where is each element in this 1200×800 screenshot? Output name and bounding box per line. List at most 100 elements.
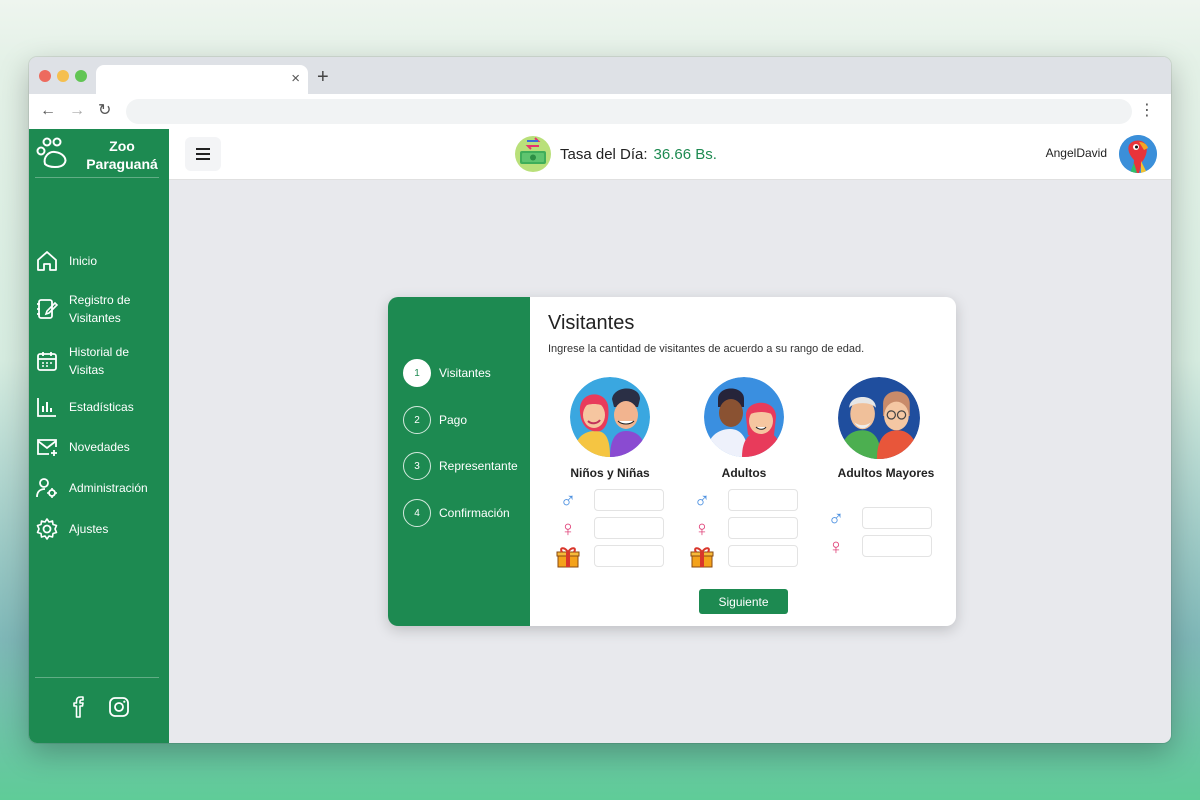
children-female-input[interactable] — [594, 517, 664, 539]
notebook-edit-icon — [37, 299, 59, 319]
sidebar-item-label: Historial de Visitas — [69, 345, 130, 377]
user-gear-icon — [36, 478, 57, 498]
gift-icon — [556, 547, 580, 568]
new-tab-button[interactable]: + — [317, 65, 329, 89]
female-row: ♀ — [813, 535, 943, 559]
sidebar-item-label: Administración — [69, 481, 148, 495]
step-label: Representante — [439, 459, 518, 473]
female-icon: ♀ — [827, 534, 845, 559]
gift-row — [545, 545, 675, 569]
hamburger-icon — [196, 148, 210, 160]
calendar-icon — [37, 352, 57, 371]
adults-icon — [704, 377, 784, 457]
tab-close-icon[interactable]: × — [291, 70, 300, 87]
adults-illustration — [704, 377, 784, 457]
step-label: Pago — [439, 413, 468, 427]
adults-male-input[interactable] — [728, 489, 798, 511]
children-gift-input[interactable] — [594, 545, 664, 567]
wizard-step-1[interactable]: 1 Visitantes — [403, 358, 528, 388]
sidebar: Zoo Paraguaná Inicio Registro de Visitan… — [29, 129, 169, 743]
adults-female-input[interactable] — [728, 517, 798, 539]
wizard-content: Visitantes Ingrese la cantidad de visita… — [530, 297, 956, 626]
step-label: Visitantes — [439, 366, 491, 380]
sidebar-item-estadisticas[interactable]: Estadísticas — [35, 389, 165, 425]
wizard-steps: 1 Visitantes 2 Pago 3 Representante 4 Co… — [388, 297, 530, 626]
female-icon: ♀ — [559, 516, 577, 541]
male-row: ♂ — [545, 489, 675, 513]
currency-exchange-icon — [515, 136, 551, 172]
sidebar-item-label: Ajustes — [69, 522, 109, 536]
gear-icon — [36, 518, 58, 540]
next-button[interactable]: Siguiente — [699, 589, 788, 614]
sidebar-item-ajustes[interactable]: Ajustes — [35, 511, 165, 547]
parrot-avatar-icon — [1119, 135, 1157, 173]
gift-icon — [690, 547, 714, 568]
hamburger-menu-button[interactable] — [185, 137, 221, 171]
reload-button[interactable]: ↻ — [98, 100, 111, 122]
step-number: 1 — [403, 359, 431, 387]
browser-toolbar: ← → ↻ ⋮ — [29, 94, 1171, 130]
group-label: Niños y Niñas — [570, 466, 650, 480]
browser-menu-button[interactable]: ⋮ — [1139, 100, 1155, 122]
children-male-input[interactable] — [594, 489, 664, 511]
group-label: Adultos — [721, 466, 767, 480]
divider — [35, 177, 159, 178]
sidebar-item-label: Inicio — [69, 254, 98, 268]
step-label: Confirmación — [439, 506, 510, 520]
female-row: ♀ — [545, 517, 675, 541]
step-number: 3 — [403, 452, 431, 480]
exchange-rate-value: 36.66 Bs. — [653, 145, 717, 163]
children-icon — [570, 377, 650, 457]
brand[interactable]: Zoo Paraguaná — [29, 129, 169, 177]
top-header: Tasa del Día: 36.66 Bs. AngelDavid — [169, 129, 1171, 180]
male-icon: ♂ — [827, 506, 845, 531]
sidebar-item-registro[interactable]: Registro de Visitantes — [35, 291, 165, 327]
sidebar-item-administracion[interactable]: Administración — [35, 470, 165, 506]
adults-gift-input[interactable] — [728, 545, 798, 567]
browser-tab[interactable]: × — [96, 65, 308, 94]
close-window-button[interactable] — [39, 70, 51, 82]
divider — [35, 677, 159, 678]
instagram-icon[interactable] — [107, 695, 131, 719]
sidebar-item-historial[interactable]: Historial de Visitas — [35, 343, 165, 379]
mail-plus-icon — [37, 439, 57, 456]
female-row: ♀ — [679, 517, 809, 541]
seniors-icon — [838, 377, 920, 459]
exchange-rate-label: Tasa del Día: — [560, 145, 648, 163]
sidebar-item-novedades[interactable]: Novedades — [35, 429, 165, 465]
forward-button[interactable]: → — [69, 100, 85, 122]
male-row: ♂ — [813, 507, 943, 531]
avatar[interactable] — [1119, 135, 1157, 173]
wizard-step-3[interactable]: 3 Representante — [403, 451, 528, 481]
wizard-step-4[interactable]: 4 Confirmación — [403, 498, 528, 528]
female-icon: ♀ — [693, 516, 711, 541]
username[interactable]: AngelDavid — [1046, 146, 1107, 160]
address-bar[interactable] — [126, 99, 1132, 124]
bar-chart-icon — [37, 398, 56, 417]
exchange-rate: Tasa del Día: 36.66 Bs. — [514, 134, 717, 174]
seniors-illustration — [838, 377, 920, 459]
maximize-window-button[interactable] — [75, 70, 87, 82]
step-number: 4 — [403, 499, 431, 527]
page-title: Visitantes — [548, 312, 635, 334]
paw-logo-icon — [36, 137, 67, 168]
page-subtitle: Ingrese la cantidad de visitantes de acu… — [548, 343, 865, 355]
sidebar-item-label: Estadísticas — [69, 400, 134, 414]
back-button[interactable]: ← — [40, 100, 56, 122]
male-icon: ♂ — [559, 488, 577, 513]
sidebar-item-inicio[interactable]: Inicio — [35, 243, 165, 279]
male-row: ♂ — [679, 489, 809, 513]
brand-name: Zoo Paraguaná — [86, 138, 158, 172]
seniors-female-input[interactable] — [862, 535, 932, 557]
facebook-icon[interactable] — [66, 695, 90, 719]
children-illustration — [570, 377, 650, 457]
tab-bar: × + — [29, 57, 1171, 94]
home-icon — [37, 251, 57, 271]
sidebar-item-label: Novedades — [69, 440, 130, 454]
wizard-step-2[interactable]: 2 Pago — [403, 405, 528, 435]
group-label: Adultos Mayores — [837, 466, 935, 480]
minimize-window-button[interactable] — [57, 70, 69, 82]
wizard-card: 1 Visitantes 2 Pago 3 Representante 4 Co… — [388, 297, 956, 626]
step-number: 2 — [403, 406, 431, 434]
seniors-male-input[interactable] — [862, 507, 932, 529]
